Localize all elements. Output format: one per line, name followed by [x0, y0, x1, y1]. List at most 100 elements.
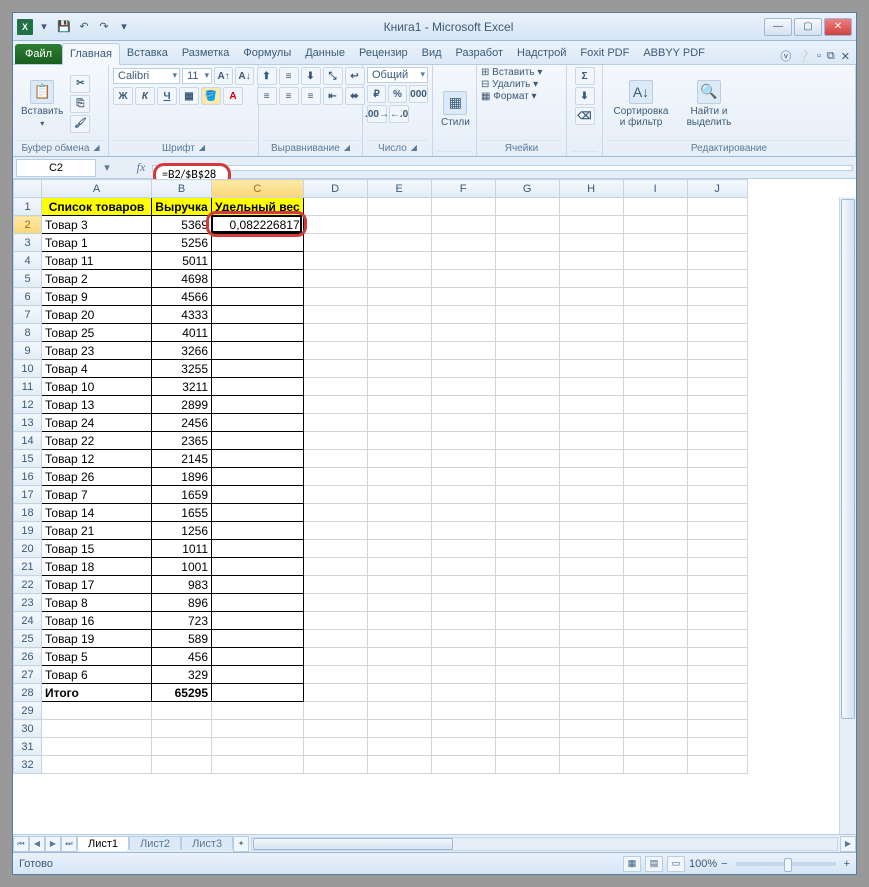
- cell[interactable]: [431, 684, 495, 702]
- underline-button[interactable]: Ч: [157, 87, 177, 105]
- sheet-tab-2[interactable]: Лист3: [181, 836, 233, 851]
- row-header-25[interactable]: 25: [14, 630, 42, 648]
- cell[interactable]: [303, 306, 367, 324]
- cell[interactable]: [431, 540, 495, 558]
- cell[interactable]: [303, 414, 367, 432]
- cell[interactable]: [495, 306, 559, 324]
- cell[interactable]: [367, 522, 431, 540]
- cell[interactable]: [687, 576, 747, 594]
- cell[interactable]: [367, 306, 431, 324]
- fx-icon[interactable]: fx: [132, 159, 150, 177]
- col-header-H[interactable]: H: [559, 180, 623, 198]
- cell[interactable]: [559, 702, 623, 720]
- worksheet-grid[interactable]: ABCDEFGHIJ1Список товаровВыручкаУдельный…: [13, 179, 856, 852]
- vertical-scroll-thumb[interactable]: [841, 199, 855, 719]
- row-header-5[interactable]: 5: [14, 270, 42, 288]
- cell[interactable]: [367, 666, 431, 684]
- cell-weight[interactable]: [212, 414, 304, 432]
- header-cell-2[interactable]: Удельный вес: [212, 198, 304, 216]
- cell[interactable]: [623, 576, 687, 594]
- cell[interactable]: [367, 396, 431, 414]
- cell[interactable]: [303, 432, 367, 450]
- cell[interactable]: [687, 558, 747, 576]
- cell-weight[interactable]: [212, 288, 304, 306]
- cell-weight[interactable]: [212, 396, 304, 414]
- cell[interactable]: [431, 450, 495, 468]
- page-layout-view-icon[interactable]: ▤: [645, 856, 663, 872]
- row-header-26[interactable]: 26: [14, 648, 42, 666]
- ribbon-tab-4[interactable]: Данные: [298, 43, 352, 64]
- cell[interactable]: [559, 576, 623, 594]
- cell[interactable]: [495, 720, 559, 738]
- cell[interactable]: [303, 558, 367, 576]
- cell[interactable]: [367, 414, 431, 432]
- cell[interactable]: [623, 216, 687, 234]
- qat-more-icon[interactable]: ▾: [115, 18, 133, 36]
- redo-icon[interactable]: ↷: [95, 18, 113, 36]
- cell[interactable]: [495, 594, 559, 612]
- total-label[interactable]: Итого: [42, 684, 152, 702]
- cell[interactable]: [367, 252, 431, 270]
- row-header-7[interactable]: 7: [14, 306, 42, 324]
- font-launcher-icon[interactable]: ◢: [199, 143, 205, 154]
- cell[interactable]: [687, 540, 747, 558]
- file-tab[interactable]: Файл: [15, 44, 62, 64]
- cell[interactable]: [367, 630, 431, 648]
- cell[interactable]: [303, 360, 367, 378]
- cell[interactable]: [303, 288, 367, 306]
- zoom-in-icon[interactable]: +: [844, 858, 850, 870]
- cell-value[interactable]: 3255: [152, 360, 212, 378]
- cell[interactable]: [303, 234, 367, 252]
- cell[interactable]: [495, 738, 559, 756]
- cell[interactable]: [687, 630, 747, 648]
- cell[interactable]: [431, 198, 495, 216]
- ribbon-restore-icon[interactable]: ⧉: [827, 50, 835, 63]
- cell[interactable]: [367, 468, 431, 486]
- row-header-2[interactable]: 2: [14, 216, 42, 234]
- col-header-B[interactable]: B: [152, 180, 212, 198]
- cell[interactable]: [495, 504, 559, 522]
- cell[interactable]: [431, 630, 495, 648]
- cell[interactable]: [623, 252, 687, 270]
- copy-icon[interactable]: ⎘: [70, 95, 90, 113]
- ribbon-tab-3[interactable]: Формулы: [236, 43, 298, 64]
- cell[interactable]: [303, 198, 367, 216]
- cell[interactable]: [212, 720, 304, 738]
- cell-weight[interactable]: [212, 522, 304, 540]
- row-header-20[interactable]: 20: [14, 540, 42, 558]
- cell[interactable]: [495, 558, 559, 576]
- cell-weight[interactable]: [212, 270, 304, 288]
- cell-value[interactable]: 1896: [152, 468, 212, 486]
- cell[interactable]: [559, 396, 623, 414]
- row-header-17[interactable]: 17: [14, 486, 42, 504]
- cell[interactable]: [303, 270, 367, 288]
- row-header-4[interactable]: 4: [14, 252, 42, 270]
- cell-weight[interactable]: [212, 450, 304, 468]
- row-header-18[interactable]: 18: [14, 504, 42, 522]
- cell[interactable]: [303, 216, 367, 234]
- cell-name[interactable]: Товар 11: [42, 252, 152, 270]
- font-color-button[interactable]: A: [223, 87, 243, 105]
- cell[interactable]: [687, 306, 747, 324]
- ribbon-tab-7[interactable]: Разработ: [449, 43, 510, 64]
- sheet-nav-last-icon[interactable]: ⏭: [61, 836, 77, 852]
- ribbon-tab-10[interactable]: ABBYY PDF: [636, 43, 712, 64]
- cell-value[interactable]: 4333: [152, 306, 212, 324]
- zoom-slider[interactable]: [736, 862, 836, 866]
- cell[interactable]: [367, 324, 431, 342]
- cell-name[interactable]: Товар 26: [42, 468, 152, 486]
- cell[interactable]: [687, 468, 747, 486]
- cell[interactable]: [303, 576, 367, 594]
- namebox-dropdown-icon[interactable]: ▾: [98, 159, 116, 177]
- cell-value[interactable]: 5369: [152, 216, 212, 234]
- cell[interactable]: [623, 432, 687, 450]
- cell-value[interactable]: 5256: [152, 234, 212, 252]
- percent-icon[interactable]: %: [388, 85, 407, 103]
- cell-value[interactable]: 3211: [152, 378, 212, 396]
- align-center-icon[interactable]: ≡: [279, 87, 299, 105]
- cell[interactable]: [495, 288, 559, 306]
- italic-button[interactable]: К: [135, 87, 155, 105]
- clipboard-launcher-icon[interactable]: ◢: [93, 143, 99, 154]
- cell[interactable]: [687, 324, 747, 342]
- cell-name[interactable]: Товар 21: [42, 522, 152, 540]
